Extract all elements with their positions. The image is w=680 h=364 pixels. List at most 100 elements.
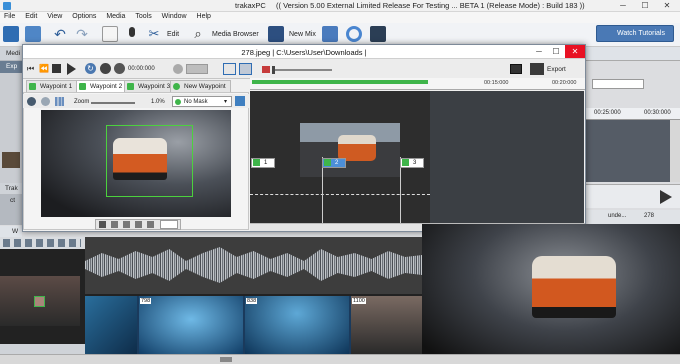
export-button[interactable]: Export bbox=[547, 66, 566, 73]
timeline-zoom-thumb[interactable] bbox=[272, 66, 275, 74]
timeline-empty-area[interactable] bbox=[430, 91, 584, 223]
close-icon[interactable]: ✕ bbox=[656, 0, 678, 12]
volume-icon[interactable] bbox=[173, 64, 183, 74]
export-icon[interactable] bbox=[530, 63, 544, 75]
play-icon[interactable] bbox=[67, 63, 76, 75]
dialog-close-icon[interactable]: ✕ bbox=[565, 45, 585, 58]
mask-image-icon[interactable] bbox=[235, 96, 245, 106]
menu-file[interactable]: File bbox=[0, 12, 19, 20]
skip-start-icon[interactable]: ⏮ bbox=[27, 64, 36, 73]
media-browser-button[interactable]: Media Browser bbox=[212, 31, 259, 38]
open-folder-icon[interactable] bbox=[25, 26, 41, 42]
speed-field[interactable] bbox=[186, 64, 208, 74]
grid-select[interactable] bbox=[160, 220, 178, 229]
right-search-box[interactable] bbox=[592, 79, 644, 89]
mini-preview-handle[interactable] bbox=[34, 296, 45, 307]
waypoint-number: 2 bbox=[335, 160, 339, 166]
new-mix-button[interactable]: New Mix bbox=[289, 31, 316, 38]
time-display: 00:00:000 bbox=[128, 66, 155, 72]
chart-icon[interactable] bbox=[55, 97, 64, 106]
clip-info-bar: unde... 278 bbox=[586, 210, 680, 224]
document-icon[interactable] bbox=[102, 26, 118, 42]
menu-tools[interactable]: Tools bbox=[131, 12, 155, 20]
right-timeline-area bbox=[586, 120, 670, 182]
microphone-icon[interactable] bbox=[124, 26, 140, 42]
media-browser-icon[interactable]: ⌕ bbox=[190, 26, 206, 42]
clip-name-label: unde... bbox=[608, 213, 627, 219]
monitor-icon[interactable] bbox=[370, 26, 386, 42]
zoom-slider[interactable] bbox=[91, 102, 135, 104]
tab-green-dot-2 bbox=[79, 83, 86, 90]
video-icon[interactable] bbox=[322, 26, 338, 42]
play-preview-icon[interactable] bbox=[660, 190, 672, 204]
menu-edit[interactable]: Edit bbox=[21, 12, 41, 20]
record-icon[interactable] bbox=[114, 63, 125, 74]
menu-media[interactable]: Media bbox=[102, 12, 129, 20]
audio-waveform[interactable] bbox=[85, 237, 422, 294]
tab-label: Waypoint 3 bbox=[138, 83, 171, 90]
waypoint-range-bar[interactable] bbox=[252, 80, 428, 84]
tab-label: Waypoint 2 bbox=[90, 83, 123, 90]
menu-window[interactable]: Window bbox=[158, 12, 191, 20]
left-thumbnail[interactable] bbox=[2, 152, 20, 168]
dialog-maximize-icon[interactable]: ☐ bbox=[548, 45, 564, 58]
crop-icon[interactable] bbox=[135, 221, 142, 228]
circle-icon[interactable] bbox=[41, 97, 50, 106]
fullscreen-icon[interactable] bbox=[510, 64, 522, 74]
save-icon[interactable] bbox=[3, 26, 19, 42]
motion-path-line bbox=[250, 194, 430, 195]
fit-icon[interactable] bbox=[147, 221, 154, 228]
menu-options[interactable]: Options bbox=[68, 12, 100, 20]
ruler-tick: 00:15:000 bbox=[484, 80, 509, 86]
pan-icon[interactable] bbox=[99, 221, 106, 228]
film-clip-3 bbox=[245, 296, 349, 354]
dialog-title-bar: 278.jpeg | C:\Users\User\Downloads | ─ ☐… bbox=[23, 45, 585, 59]
export-panel-label[interactable]: Exp bbox=[6, 63, 17, 70]
media-panel-label[interactable]: Medi bbox=[6, 50, 20, 57]
tab-label: New Waypoint bbox=[184, 83, 226, 90]
app-version-text: (( Version 5.00 External Limited Release… bbox=[276, 1, 585, 10]
undo-icon[interactable]: ↶ bbox=[52, 26, 68, 42]
loop-icon[interactable]: ↻ bbox=[85, 63, 96, 74]
right-scrollbar[interactable] bbox=[670, 120, 680, 182]
help-ring-icon[interactable] bbox=[346, 26, 362, 42]
rewind-icon[interactable]: ⏪ bbox=[39, 64, 49, 73]
mask-icon bbox=[175, 99, 181, 105]
timeline-track[interactable] bbox=[250, 91, 430, 223]
step-back-icon[interactable] bbox=[100, 63, 111, 74]
watch-tutorials-button[interactable]: Watch Tutorials bbox=[596, 25, 674, 42]
main-preview[interactable] bbox=[422, 224, 680, 364]
copy-icon[interactable] bbox=[123, 221, 130, 228]
timeline-zoom-slider[interactable] bbox=[272, 69, 332, 71]
audio-clip-icon[interactable] bbox=[262, 66, 270, 73]
globe-icon[interactable] bbox=[27, 97, 36, 106]
video-filmstrip[interactable]: 798 838 1100 bbox=[85, 296, 422, 354]
bottom-scrollbar-thumb[interactable] bbox=[220, 357, 232, 362]
edit-button-label[interactable]: Edit bbox=[167, 31, 179, 38]
trak-panel-label[interactable]: Trak bbox=[5, 185, 18, 192]
trak-panel-header: Trak bbox=[0, 183, 22, 195]
tab-add-dot bbox=[173, 83, 180, 90]
ct-label: ct bbox=[10, 197, 16, 204]
mask-select[interactable]: No Mask ▾ bbox=[172, 96, 232, 107]
maximize-icon[interactable]: ☐ bbox=[634, 0, 656, 12]
menu-help[interactable]: Help bbox=[193, 12, 215, 20]
status-bar bbox=[0, 354, 680, 364]
new-mix-icon[interactable] bbox=[268, 26, 284, 42]
dialog-minimize-icon[interactable]: ─ bbox=[531, 45, 547, 58]
scissors-icon[interactable]: ✂ bbox=[146, 26, 162, 42]
selection-box[interactable] bbox=[106, 125, 193, 197]
view-toggle-left[interactable] bbox=[223, 63, 236, 75]
mask-select-value: No Mask bbox=[184, 99, 208, 105]
tab-green-dot-3 bbox=[127, 83, 134, 90]
redo-icon[interactable]: ↷ bbox=[74, 26, 90, 42]
film-clip-1 bbox=[85, 296, 137, 354]
minimize-icon[interactable]: ─ bbox=[612, 0, 634, 12]
image-icon[interactable] bbox=[111, 221, 118, 228]
stop-icon[interactable] bbox=[52, 64, 61, 73]
menu-view[interactable]: View bbox=[43, 12, 66, 20]
film-marker: 798 bbox=[140, 298, 152, 304]
view-toggle-right[interactable] bbox=[239, 63, 252, 75]
app-logo-icon bbox=[3, 2, 11, 10]
editor-image[interactable] bbox=[41, 110, 231, 217]
